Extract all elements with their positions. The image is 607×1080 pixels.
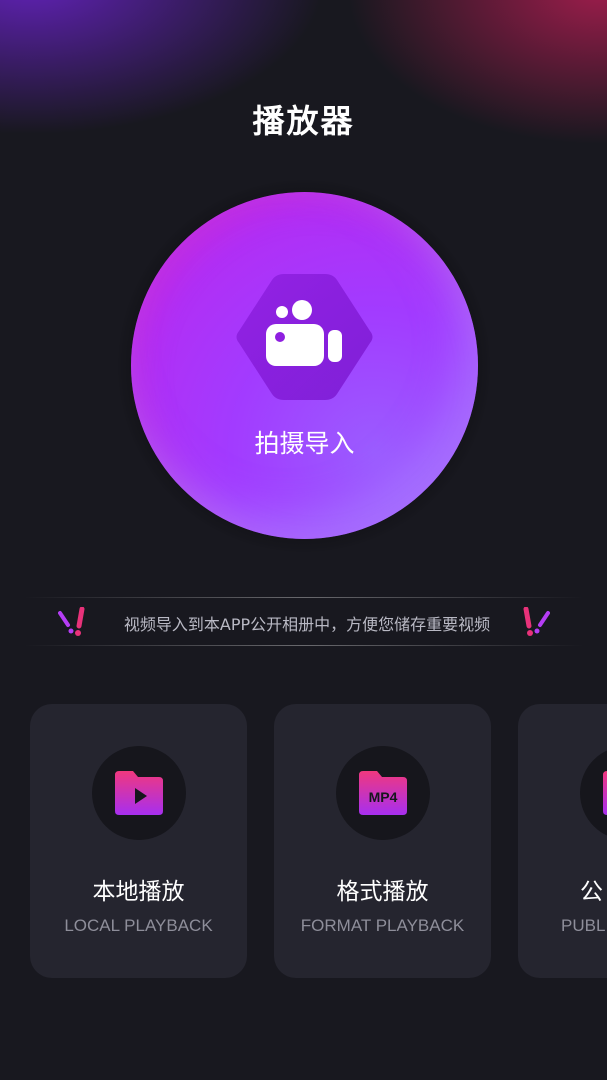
notice-divider-bottom xyxy=(24,645,584,646)
folder-icon xyxy=(603,771,607,815)
card-subtitle: LOCAL PLAYBACK xyxy=(64,916,213,935)
folder-mp4-icon: MP4 xyxy=(359,771,407,815)
icon-circle: MP4 xyxy=(336,746,430,840)
folder-play-icon xyxy=(115,771,163,815)
import-notice: 视频导入到本APP公开相册中，方便您储存重要视频 xyxy=(24,597,584,647)
public-album-card[interactable]: 公 PUBL xyxy=(518,704,607,978)
card-title: 本地播放 xyxy=(92,879,185,905)
exclamation-icon xyxy=(523,607,550,636)
capture-import-button[interactable]: 拍摄导入 xyxy=(131,192,478,539)
icon-circle xyxy=(92,746,186,840)
format-playback-card[interactable]: MP4 格式播放 FORMAT PLAYBACK xyxy=(274,704,491,978)
hero-label: 拍摄导入 xyxy=(254,429,355,458)
card-subtitle: PUBL xyxy=(561,916,606,935)
local-playback-card[interactable]: 本地播放 LOCAL PLAYBACK xyxy=(30,704,247,978)
mp4-label: MP4 xyxy=(369,789,398,805)
video-camera-icon xyxy=(236,274,373,400)
card-title: 格式播放 xyxy=(336,879,429,905)
notice-text: 视频导入到本APP公开相册中，方便您储存重要视频 xyxy=(123,615,491,634)
icon-circle xyxy=(580,746,607,840)
page-title: 播放器 xyxy=(252,102,355,140)
exclamation-icon xyxy=(58,607,85,636)
card-subtitle: FORMAT PLAYBACK xyxy=(300,916,465,935)
notice-divider-top xyxy=(24,597,584,598)
card-title: 公 xyxy=(580,879,603,905)
